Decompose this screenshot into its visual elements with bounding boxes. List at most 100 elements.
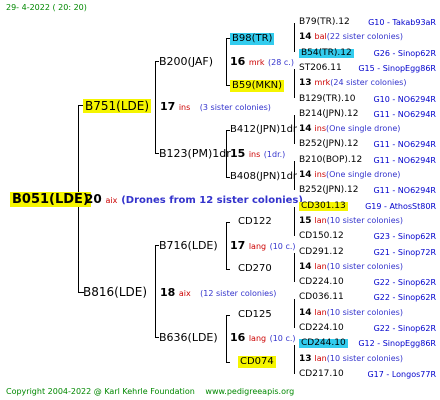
gen4-note: (10 sister colonies) xyxy=(326,216,403,225)
connector-line xyxy=(294,253,295,282)
connector-line xyxy=(294,345,295,374)
gen4-reference: G11 - NO6294R xyxy=(373,186,436,195)
gen4-relation: lan xyxy=(314,308,327,317)
gen4-annotation: 14 lan(10 sister colonies) xyxy=(299,309,403,318)
connector-line xyxy=(155,61,156,153)
gen1-note: (12 sister colonies) xyxy=(200,289,277,298)
gen1-relation: ins xyxy=(178,103,191,112)
gen4-node[interactable]: CD301.13 xyxy=(299,202,348,211)
gen4-node[interactable]: CD224.10 xyxy=(299,324,344,333)
gen4-note: (22 sister colonies) xyxy=(326,32,403,41)
gen3-node[interactable]: CD122 xyxy=(238,217,272,227)
gen3-node[interactable]: CD074 xyxy=(238,356,276,368)
root-relation: aix xyxy=(105,196,118,205)
gen2-node[interactable]: B636(LDE) xyxy=(159,332,218,343)
gen4-relation: bal xyxy=(314,32,327,41)
connector-line xyxy=(155,245,156,337)
gen1-node[interactable]: B751(LDE) xyxy=(83,99,152,113)
gen4-node[interactable]: CD036.11 xyxy=(299,293,344,302)
gen2-annotation: 16 mrk (28 c.) xyxy=(230,56,294,67)
gen2-count: 16 xyxy=(230,55,246,68)
root-queen[interactable]: B051(LDE) xyxy=(10,192,91,207)
gen4-note: (24 sister colonies) xyxy=(330,78,407,87)
connector-line xyxy=(294,207,295,236)
gen4-reference: G10 - Takab93aR xyxy=(368,18,436,27)
gen4-count: 14 xyxy=(299,124,312,134)
connector-line xyxy=(226,362,230,363)
gen4-reference: G10 - NO6294R xyxy=(373,95,436,104)
gen3-node[interactable]: B408(JPN)1dr xyxy=(230,172,297,182)
gen4-relation: mrk xyxy=(314,78,331,87)
gen4-node[interactable]: CD217.10 xyxy=(299,370,344,379)
gen4-node[interactable]: ST206.11 xyxy=(299,64,342,73)
gen4-node[interactable]: B210(BOP).12 xyxy=(299,156,362,165)
gen4-annotation: 15 lan(10 sister colonies) xyxy=(299,217,403,226)
gen4-note: (10 sister colonies) xyxy=(326,354,403,363)
gen2-annotation: 16 lang (10 c.) xyxy=(230,332,296,343)
gen4-reference: G23 - Sinop62R xyxy=(373,232,436,241)
site-link[interactable]: www.pedigreeapis.org xyxy=(205,387,294,396)
gen4-count: 15 xyxy=(299,216,312,226)
gen4-annotation: 13 mrk(24 sister colonies) xyxy=(299,79,406,88)
root-count: 20 xyxy=(85,192,102,206)
gen4-node[interactable]: B252(JPN).12 xyxy=(299,186,359,195)
root-note: (Drones from 12 sister colonies) xyxy=(121,195,303,206)
gen1-note: (3 sister colonies) xyxy=(199,103,271,112)
connector-line xyxy=(226,315,230,316)
connector-line xyxy=(226,315,227,362)
gen2-relation: mrk xyxy=(248,58,265,67)
gen4-node[interactable]: CD150.12 xyxy=(299,232,344,241)
gen4-reference: G22 - Sinop62R xyxy=(373,293,436,302)
gen4-node[interactable]: CD244.10 xyxy=(299,339,348,348)
gen2-node[interactable]: B200(JAF) xyxy=(159,56,213,67)
gen2-count: 15 xyxy=(230,147,246,160)
copyright-label: Copyright 2004-2022 @ Karl Kehrle Founda… xyxy=(6,387,195,396)
gen4-annotation: 14 lan(10 sister colonies) xyxy=(299,263,403,272)
connector-line xyxy=(294,299,295,328)
gen4-count: 13 xyxy=(299,354,312,364)
gen4-reference: G26 - Sinop62R xyxy=(373,49,436,58)
gen4-count: 14 xyxy=(299,308,312,318)
gen2-node[interactable]: B123(PM)1dr xyxy=(159,148,231,159)
gen3-node[interactable]: B59(MKN) xyxy=(230,80,285,92)
gen4-note: (10 sister colonies) xyxy=(326,308,403,317)
gen3-node[interactable]: CD125 xyxy=(238,310,272,320)
gen4-note: (10 sister colonies) xyxy=(326,262,403,271)
connector-line xyxy=(226,222,230,223)
gen4-node[interactable]: B79(TR).12 xyxy=(299,18,350,27)
generated-date: 29- 4-2022 ( 20: 20) xyxy=(6,3,87,12)
gen4-relation: lan xyxy=(314,262,327,271)
gen4-relation: lan xyxy=(314,216,327,225)
gen4-reference: G19 - AthosSt80R xyxy=(365,202,436,211)
gen4-node[interactable]: B129(TR).10 xyxy=(299,95,355,104)
gen2-relation: ins xyxy=(248,150,261,159)
gen2-relation: lang xyxy=(248,334,267,343)
gen2-node[interactable]: B716(LDE) xyxy=(159,240,218,251)
gen2-annotation: 15 ins (1dr.) xyxy=(230,148,285,159)
gen4-node[interactable]: CD291.12 xyxy=(299,248,344,257)
gen4-count: 13 xyxy=(299,78,312,88)
connector-line xyxy=(226,38,227,85)
connector-line xyxy=(226,222,227,269)
gen4-node[interactable]: B252(JPN).12 xyxy=(299,140,359,149)
gen4-node[interactable]: B214(JPN).12 xyxy=(299,110,359,119)
gen4-reference: G15 - SinopEgg86R xyxy=(358,64,436,73)
gen4-node[interactable]: CD224.10 xyxy=(299,278,344,287)
gen4-annotation: 14 bal(22 sister colonies) xyxy=(299,33,403,42)
gen4-reference: G21 - Sinop72R xyxy=(373,248,436,257)
gen3-node[interactable]: CD270 xyxy=(238,264,272,274)
gen4-node[interactable]: B54(TR).12 xyxy=(299,49,354,58)
gen3-node[interactable]: B412(JPN)1dr xyxy=(230,125,297,135)
connector-line xyxy=(226,269,230,270)
gen4-reference: G11 - NO6294R xyxy=(373,140,436,149)
pedigree-chart: 29- 4-2022 ( 20: 20) B051(LDE) 20 aix (D… xyxy=(0,0,440,400)
gen3-node[interactable]: B98(TR) xyxy=(230,33,275,45)
root-annotation: 20 aix (Drones from 12 sister colonies) xyxy=(85,193,303,206)
connector-line xyxy=(294,23,295,52)
gen1-node[interactable]: B816(LDE) xyxy=(83,286,147,298)
gen4-note: (One single drone) xyxy=(326,170,401,179)
gen4-count: 14 xyxy=(299,170,312,180)
gen4-reference: G22 - Sinop62R xyxy=(373,278,436,287)
gen4-relation: lan xyxy=(314,354,327,363)
gen2-note: (10 c.) xyxy=(269,242,296,251)
